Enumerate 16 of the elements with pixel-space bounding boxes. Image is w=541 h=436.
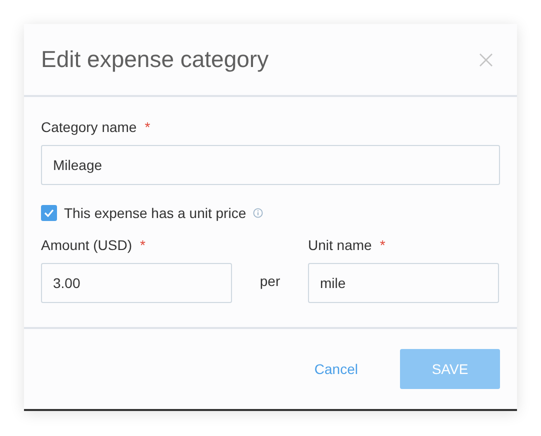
text-field[interactable]: mile: [308, 263, 499, 303]
dialog-title: Edit expense category: [41, 46, 269, 73]
field-label: Unit name: [308, 237, 372, 253]
checkbox[interactable]: [41, 205, 57, 221]
per-label: per: [258, 273, 282, 291]
checkbox-label: This expense has a unit price: [64, 205, 246, 221]
required-mark: *: [144, 119, 150, 135]
checkmark-icon: [44, 209, 54, 217]
info-icon[interactable]: [253, 208, 264, 218]
field-label: Amount (USD): [41, 237, 132, 253]
text-field[interactable]: Mileage: [41, 145, 500, 185]
close-icon[interactable]: [479, 52, 493, 66]
required-mark: *: [140, 237, 146, 253]
text-field[interactable]: 3.00: [41, 263, 232, 303]
required-mark: *: [380, 237, 386, 253]
field-label: Category name: [41, 119, 137, 135]
